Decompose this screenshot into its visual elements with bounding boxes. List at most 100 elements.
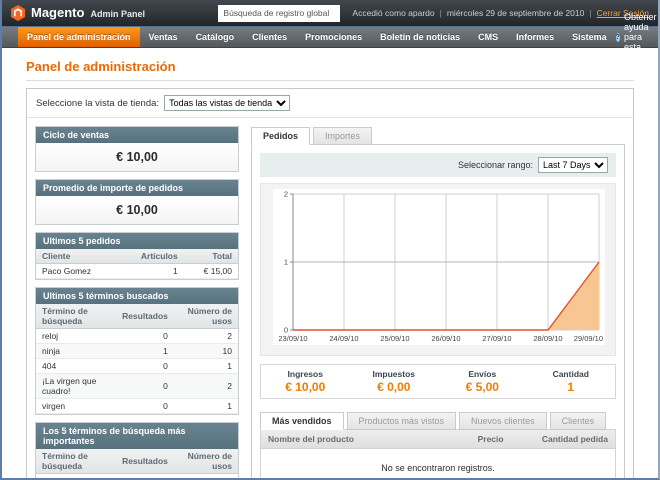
table-row: virgen01 [36,399,238,414]
last-orders-table: ClienteArtículosTotalPaco Gomez1€ 15,00 [36,249,238,279]
table-row: No se encontraron registros. [261,449,615,480]
help-link[interactable]: ? Obtener ayuda para esta página [616,27,660,47]
total-label: Envíos [438,369,527,379]
column-header-numero-de-usos: Número de usos [174,304,238,329]
tab-clientes[interactable]: Clientes [550,412,607,430]
nav-item-boletin-de-noticias[interactable]: Boletín de noticias [371,27,469,47]
help-icon: ? [616,33,620,42]
table-row: reloj02 [36,329,238,344]
cell-term: 404 [36,359,116,374]
total-ingresos: Ingresos€ 10,00 [261,369,350,394]
cell-term: virgen [36,399,116,414]
average-orders-box: Promedio de importe de pedidos € 10,00 [35,179,239,225]
tab-mas-vendidos[interactable]: Más vendidos [260,412,344,430]
total-label: Cantidad [527,369,616,379]
column-header-nombre-del-producto: Nombre del producto [261,430,471,449]
empty-records-text: No se encontraron registros. [261,449,615,480]
magento-logo: Magento Admin Panel [11,5,145,21]
cell-term: ninja [36,474,116,480]
products-table: Nombre del productoPrecioCantidad pedida… [261,430,615,480]
dashboard-columns: Ciclo de ventas € 10,00 Promedio de impo… [27,118,633,480]
total-value: € 10,00 [261,380,350,394]
total-value: 1 [527,380,616,394]
nav-item-panel-de-administracion[interactable]: Panel de administración [18,27,140,47]
last-search-terms-box: Ultimos 5 términos buscados Término de b… [35,287,239,415]
table-header-row: Término de búsquedaResultadosNúmero de u… [36,449,238,474]
svg-text:1: 1 [284,258,288,267]
average-orders-value: € 10,00 [36,196,238,224]
page-title: Panel de administración [26,56,634,81]
nav-item-ventas[interactable]: Ventas [140,27,187,47]
nav-items: Panel de administraciónVentasCatálogoCli… [18,27,616,47]
chart-tabs: PedidosImportes [251,126,625,144]
store-view-select[interactable]: Todas las vistas de tienda [164,95,290,111]
nav-item-informes[interactable]: Informes [507,27,563,47]
table-row: ninja110 [36,474,238,480]
nav-item-promociones[interactable]: Promociones [296,27,371,47]
column-header-resultados: Resultados [116,304,174,329]
totals-bar: Ingresos€ 10,00Impuestos€ 0,00Envíos€ 5,… [260,364,616,399]
magento-admin-window: Magento Admin Panel Accedió como apardo … [0,0,660,480]
svg-text:29/09/10: 29/09/10 [574,334,603,343]
cell-value: 0 [116,359,174,374]
range-select[interactable]: Last 7 Days [538,157,608,173]
nav-item-catalogo[interactable]: Catálogo [187,27,244,47]
table-header-row: Término de búsquedaResultadosNúmero de u… [36,304,238,329]
tab-pedidos[interactable]: Pedidos [251,127,310,145]
orders-panel: Seleccionar rango: Last 7 Days 01223/09/… [251,144,625,480]
global-search-input[interactable] [218,5,340,22]
box-title: Ultimos 5 pedidos [36,233,238,249]
svg-text:2: 2 [284,190,288,199]
column-header-precio: Precio [471,430,535,449]
box-title: Los 5 términos de búsqueda más important… [36,423,238,449]
tab-productos-mas-vistos[interactable]: Productos más vistos [347,412,457,430]
cell-value: 0 [116,329,174,344]
box-title: Promedio de importe de pedidos [36,180,238,196]
cell-value: 10 [174,344,238,359]
magento-logo-icon [11,5,25,21]
lifetime-sales-box: Ciclo de ventas € 10,00 [35,126,239,172]
orders-area-chart: 01223/09/1024/09/1025/09/1026/09/1027/09… [273,189,605,345]
svg-text:28/09/10: 28/09/10 [533,334,562,343]
svg-text:23/09/10: 23/09/10 [278,334,307,343]
table-row: ninja110 [36,344,238,359]
tab-importes[interactable]: Importes [313,127,372,145]
cell-term: ¡La virgen que cuadro! [36,374,116,399]
cell-value: 2 [174,374,238,399]
svg-text:24/09/10: 24/09/10 [329,334,358,343]
cell-value: 10 [174,474,238,480]
column-header-cliente: Cliente [36,249,118,264]
nav-item-cms[interactable]: CMS [469,27,507,47]
top-search-terms-table: Término de búsquedaResultadosNúmero de u… [36,449,238,480]
column-header-cantidad-pedida: Cantidad pedida [535,430,615,449]
current-date: miércoles 29 de septiembre de 2010 [447,8,585,18]
header-user-area: Accedió como apardo | miércoles 29 de se… [352,8,649,18]
cell-term: ninja [36,344,116,359]
left-column: Ciclo de ventas € 10,00 Promedio de impo… [35,126,239,480]
tab-nuevos-clientes[interactable]: Nuevos clientes [459,412,547,430]
cell-term: reloj [36,329,116,344]
cell-value: 1 [118,264,184,279]
top-search-terms-box: Los 5 términos de búsqueda más important… [35,422,239,480]
store-view-label: Seleccione la vista de tienda: [36,98,159,109]
help-link-label: Obtener ayuda para esta página [624,12,660,62]
nav-item-sistema[interactable]: Sistema [563,27,616,47]
total-envios: Envíos€ 5,00 [438,369,527,394]
separator: | [440,8,442,18]
box-title: Ciclo de ventas [36,127,238,143]
separator: | [589,8,591,18]
cell-value: 0 [116,374,174,399]
store-view-selector-row: Seleccione la vista de tienda: Todas las… [27,89,633,118]
column-header-numero-de-usos: Número de usos [174,449,238,474]
cell-term: Paco Gomez [36,264,118,279]
cell-value: € 15,00 [184,264,238,279]
range-label: Seleccionar rango: [458,160,533,170]
total-label: Impuestos [350,369,439,379]
total-value: € 0,00 [350,380,439,394]
products-table-header: Nombre del productoPrecioCantidad pedida [261,430,615,449]
cell-value: 1 [174,359,238,374]
products-grid: Nombre del productoPrecioCantidad pedida… [260,429,616,480]
right-column: PedidosImportes Seleccionar rango: Last … [251,126,625,480]
nav-item-clientes[interactable]: Clientes [243,27,296,47]
table-header-row: ClienteArtículosTotal [36,249,238,264]
